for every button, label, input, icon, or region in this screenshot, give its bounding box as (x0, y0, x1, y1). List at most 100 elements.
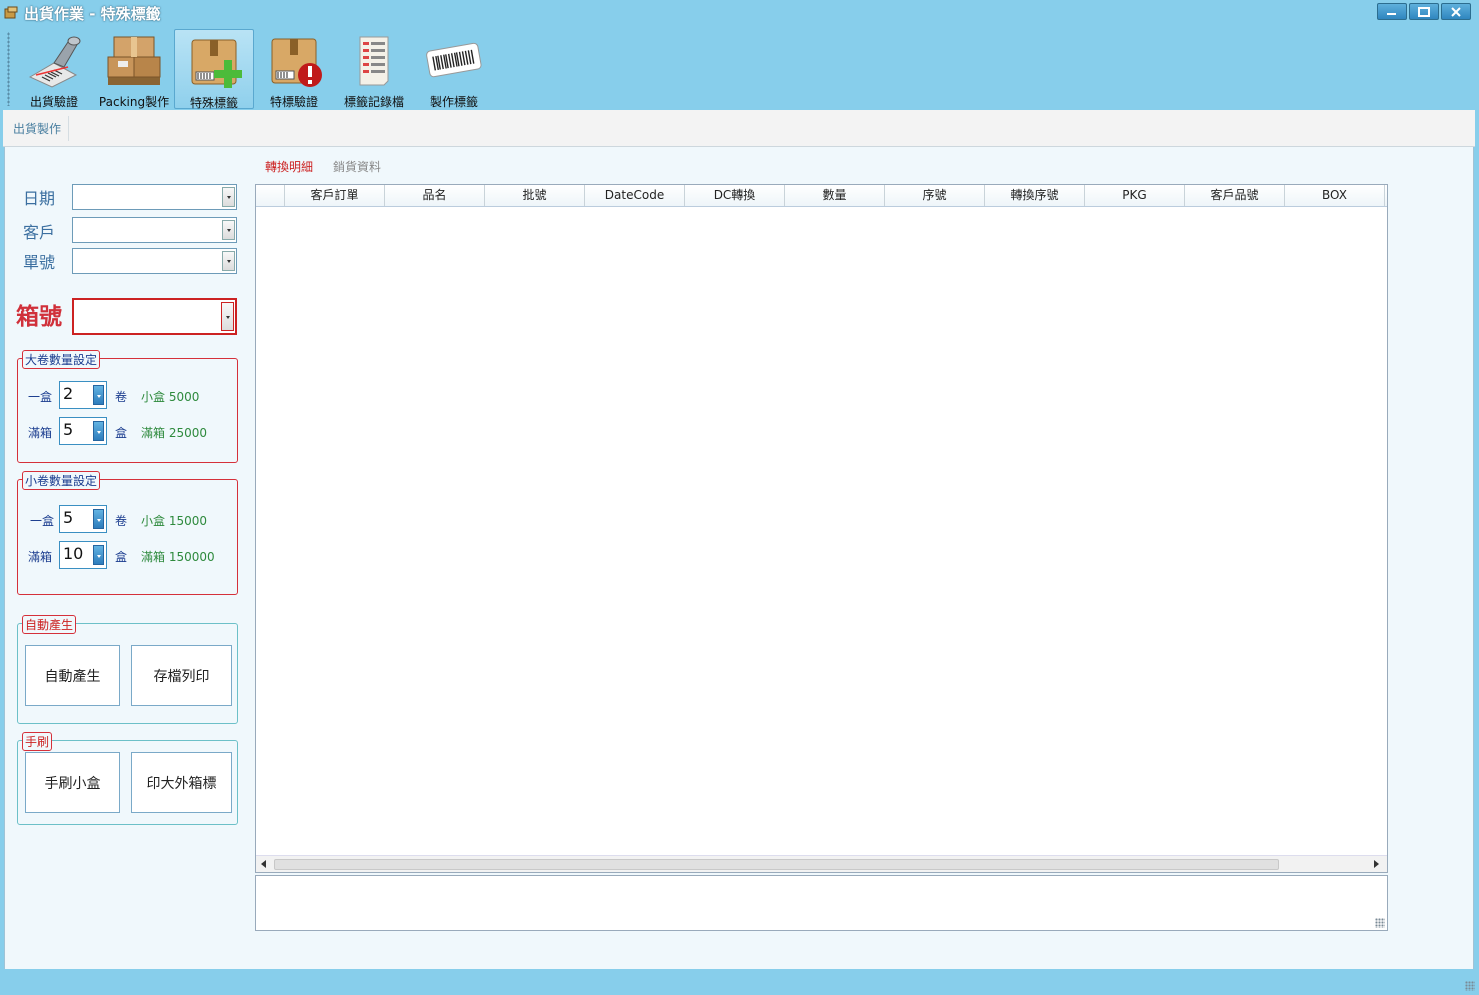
small-roll-per-box-spinner[interactable]: 5 (59, 505, 107, 533)
ribbon-label: Packing製作 (98, 95, 170, 109)
scroll-left-arrow-icon[interactable] (261, 860, 266, 868)
manual-scan-group-title: 手刷 (22, 732, 53, 751)
box-number-label: 箱號 (16, 304, 62, 330)
ribbon-button-shipment-verify[interactable]: 出貨驗證 (14, 29, 94, 109)
customer-label: 客戶 (23, 223, 56, 242)
column-header-pkg[interactable]: PKG (1085, 185, 1185, 206)
scroll-right-arrow-icon[interactable] (1374, 860, 1379, 868)
small-roll-unit-roll: 卷 (115, 514, 128, 528)
large-roll-group: 大卷數量設定 一盒 2 卷 小盒 5000 滿箱 5 盒 滿箱 25000 (17, 350, 238, 463)
auto-generate-group-title: 自動產生 (22, 615, 77, 634)
small-roll-small-box-total: 小盒 15000 (141, 514, 207, 528)
small-roll-per-box-value: 5 (63, 508, 74, 527)
large-roll-full-spinner[interactable]: 5 (59, 417, 107, 445)
large-roll-full-value: 5 (63, 420, 74, 439)
horizontal-scrollbar[interactable] (256, 855, 1387, 872)
date-label: 日期 (23, 189, 56, 208)
small-roll-box-label: 一盒 (30, 514, 55, 528)
toolbar-grip[interactable] (7, 32, 10, 106)
column-header-quantity[interactable]: 數量 (785, 185, 885, 206)
small-roll-unit-box: 盒 (115, 550, 128, 564)
ribbon-button-special-label[interactable]: 特殊標籤 (174, 29, 254, 110)
grid-header: 客戶訂單 品名 批號 DateCode DC轉換 數量 序號 轉換序號 PKG … (256, 185, 1387, 207)
large-roll-per-box-value: 2 (63, 384, 74, 403)
column-header-datecode[interactable]: DateCode (585, 185, 685, 206)
save-print-button[interactable]: 存檔列印 (131, 645, 232, 706)
maximize-icon (1418, 7, 1430, 17)
small-roll-full-spinner[interactable]: 10 (59, 541, 107, 569)
tab-strip: 出貨製作 (3, 110, 1475, 147)
customer-combo[interactable] (72, 217, 237, 243)
tab-shipment-make[interactable]: 出貨製作 (6, 116, 70, 141)
column-header-customer-order[interactable]: 客戶訂單 (285, 185, 385, 206)
print-outer-box-label-button[interactable]: 印大外箱標 (131, 752, 232, 813)
chevron-down-icon[interactable] (222, 187, 235, 207)
status-bar (0, 969, 1479, 995)
large-roll-full-label: 滿箱 (28, 426, 53, 440)
close-button[interactable] (1441, 3, 1471, 20)
resize-grip-icon[interactable] (1375, 918, 1385, 928)
scrollbar-thumb[interactable] (274, 859, 1279, 870)
large-roll-group-title: 大卷數量設定 (22, 350, 101, 369)
column-header-customer-part-no[interactable]: 客戶品號 (1185, 185, 1285, 206)
column-header-serial[interactable]: 序號 (885, 185, 985, 206)
manual-scan-group: 手刷 手刷小盒 印大外箱標 (17, 732, 238, 825)
chevron-down-icon[interactable] (93, 509, 104, 529)
app-icon (4, 6, 18, 19)
ribbon-button-special-verify[interactable]: 特標驗證 (254, 29, 334, 109)
box-alert-icon (271, 38, 322, 87)
chevron-down-icon[interactable] (93, 421, 104, 441)
window-title: 出貨作業 - 特殊標籤 (24, 5, 161, 23)
large-roll-unit-box: 盒 (115, 426, 128, 440)
column-header-converted-serial[interactable]: 轉換序號 (985, 185, 1085, 206)
main-panel: 日期 客戶 單號 箱號 大卷數量設定 一盒 2 卷 小盒 5000 滿箱 5 盒… (4, 147, 1474, 969)
minimize-icon (1387, 13, 1396, 15)
auto-generate-group: 自動產生 自動產生 存檔列印 (17, 615, 238, 724)
chevron-down-icon[interactable] (93, 385, 104, 405)
manual-small-box-button[interactable]: 手刷小盒 (25, 752, 120, 813)
chevron-down-icon[interactable] (222, 251, 235, 271)
chevron-down-icon[interactable] (221, 302, 234, 331)
conversion-detail-grid[interactable]: 客戶訂單 品名 批號 DateCode DC轉換 數量 序號 轉換序號 PKG … (255, 184, 1388, 873)
barcode-label-icon (426, 42, 482, 78)
ribbon-label: 標籤記錄檔 (343, 95, 404, 109)
tab-conversion-detail[interactable]: 轉換明細 (265, 158, 313, 175)
box-number-combo[interactable] (72, 298, 237, 335)
minimize-button[interactable] (1377, 3, 1407, 20)
small-roll-full-value: 10 (63, 544, 84, 563)
ribbon-toolbar: 出貨驗證 Packing製作 特殊標籤 特標驗證 標籤記錄檔 製作標籤 (0, 26, 1479, 110)
large-roll-box-label: 一盒 (28, 390, 53, 404)
large-roll-per-box-spinner[interactable]: 2 (59, 381, 107, 409)
column-header-lot-number[interactable]: 批號 (485, 185, 585, 206)
column-header-dc-convert[interactable]: DC轉換 (685, 185, 785, 206)
column-header-box[interactable]: BOX (1285, 185, 1385, 206)
maximize-button[interactable] (1409, 3, 1439, 20)
small-roll-group: 小卷數量設定 一盒 5 卷 小盒 15000 滿箱 10 盒 滿箱 150000 (17, 471, 238, 595)
ribbon-label: 特標驗證 (269, 95, 318, 109)
chevron-down-icon[interactable] (93, 545, 104, 565)
auto-generate-button[interactable]: 自動產生 (25, 645, 120, 706)
ribbon-button-label-log[interactable]: 標籤記錄檔 (334, 29, 414, 109)
grid-row-header-corner (256, 185, 285, 206)
large-roll-full-total: 滿箱 25000 (141, 426, 207, 440)
date-combo[interactable] (72, 184, 237, 210)
chevron-down-icon[interactable] (222, 220, 235, 240)
column-header-product-name[interactable]: 品名 (385, 185, 485, 206)
title-bar: 出貨作業 - 特殊標籤 (0, 0, 1479, 26)
ribbon-label: 特殊標籤 (189, 96, 238, 110)
ribbon-button-make-label[interactable]: 製作標籤 (414, 29, 494, 109)
small-roll-group-title: 小卷數量設定 (22, 471, 101, 490)
label-log-icon (359, 36, 389, 86)
ribbon-button-packing[interactable]: Packing製作 (94, 29, 174, 109)
message-textbox[interactable] (255, 875, 1388, 931)
small-roll-full-total: 滿箱 150000 (141, 550, 215, 564)
large-roll-unit-roll: 卷 (115, 390, 128, 404)
barcode-scanner-icon (28, 36, 81, 88)
order-label: 單號 (23, 253, 56, 272)
tab-sales-data[interactable]: 銷貨資料 (333, 158, 381, 175)
window-resize-grip-icon[interactable] (1465, 981, 1475, 991)
ribbon-label: 出貨驗證 (29, 95, 78, 109)
ribbon-label: 製作標籤 (429, 95, 478, 109)
box-add-icon (191, 39, 242, 88)
order-combo[interactable] (72, 248, 237, 274)
